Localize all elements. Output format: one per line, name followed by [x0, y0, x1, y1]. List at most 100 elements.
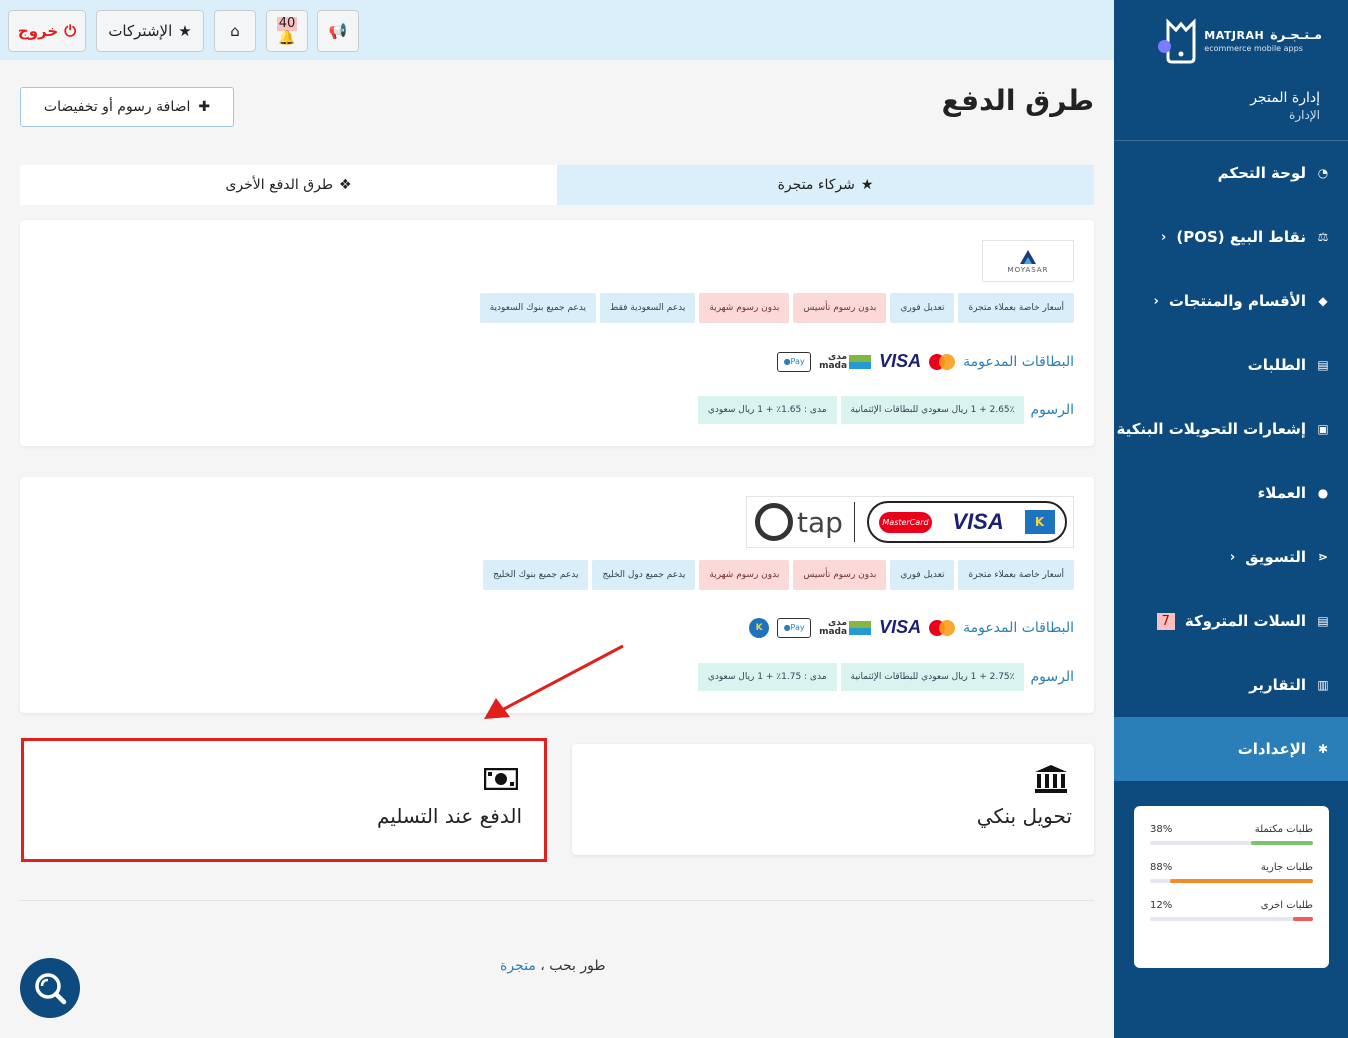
add-fee-button[interactable]: ✚ اضافة رسوم أو تخفيضات — [20, 87, 234, 127]
apple-pay-logo: ● Pay — [777, 617, 812, 638]
knet-icon: K — [1024, 510, 1055, 534]
stat-value: 12% — [1150, 900, 1173, 911]
scale-icon: ⚖ — [1317, 230, 1329, 244]
moyasar-fees: الرسوم 2.65٪ + 1 ريال سعودي للبطاقات الإ… — [697, 396, 1074, 424]
tag: يدعم جميع بنوك السعودية — [479, 293, 597, 323]
sidebar: MATJRAH مـتـجـرة ecommerce mobile apps إد… — [1114, 0, 1348, 1038]
tab-label: شركاء متجرة — [777, 177, 855, 193]
stat-bar — [1150, 879, 1313, 883]
subscriptions-label: الإشتركات — [108, 22, 173, 40]
sidebar-item-label: التقارير — [1249, 676, 1306, 694]
tab-matjrah-partners[interactable]: ★ شركاء متجرة — [557, 165, 1094, 205]
stat-in-progress: طلبات جارية 88% — [1150, 862, 1313, 883]
bank-transfer-card[interactable]: تحويل بنكي — [572, 744, 1094, 855]
sidebar-item-categories[interactable]: ◆ الأقسام والمنتجات ‹ — [1114, 269, 1348, 333]
tag: تعديل فوري — [890, 293, 955, 323]
share-icon: ⋖ — [1317, 550, 1329, 564]
sidebar-item-label: نقاط البيع (POS) — [1176, 228, 1306, 246]
chevron-left-icon: ‹ — [1229, 549, 1236, 565]
power-icon: ⏻ — [64, 22, 77, 40]
moyasar-logo: MOYASAR — [982, 240, 1074, 282]
stat-value: 88% — [1150, 862, 1173, 873]
tap-logo: tap MasterCard VISA K — [746, 496, 1074, 548]
moyasar-mark-icon — [1020, 250, 1036, 264]
chevron-left-icon: ‹ — [1153, 293, 1159, 309]
sidebar-item-customers[interactable]: ● العملاء — [1114, 461, 1348, 525]
apple-pay-text: Pay — [790, 357, 805, 366]
announcements-button[interactable]: 📢 — [317, 10, 359, 52]
brand-logo[interactable]: MATJRAH مـتـجـرة ecommerce mobile apps — [1166, 18, 1322, 64]
footer-text: طور بحب ، — [540, 958, 606, 974]
bar-chart-icon: ▥ — [1317, 678, 1329, 692]
cash-on-delivery-card[interactable]: الدفع عند التسليم — [24, 741, 544, 859]
stat-bar — [1150, 917, 1313, 921]
tab-other-methods[interactable]: ❖ طرق الدفع الأخرى — [20, 165, 557, 205]
sidebar-item-abandoned-carts[interactable]: ▤ السلات المتروكة 7 — [1114, 589, 1348, 653]
fee-badge: مدى : 1.75٪ + 1 ريال سعودي — [697, 663, 837, 691]
sidebar-item-label: لوحة التحكم — [1217, 164, 1306, 182]
search-button[interactable] — [20, 958, 80, 1018]
stat-label: طلبات جارية — [1260, 862, 1313, 873]
tap-logo-text: tap — [797, 505, 843, 539]
logo-divider — [854, 502, 856, 542]
supported-cards-label: البطاقات المدعومة — [963, 353, 1074, 370]
moyasar-card[interactable]: MOYASAR أسعار خاصة بعملاء متجرة تعديل فو… — [20, 220, 1094, 446]
visa-logo: VISA — [879, 617, 922, 637]
tap-brand: tap — [755, 503, 843, 541]
plus-icon: ✚ — [198, 99, 211, 115]
page-title: طرق الدفع — [941, 84, 1094, 117]
bank-icon — [1035, 765, 1067, 793]
store-management-subtitle: الإدارة — [1289, 108, 1320, 122]
home-button[interactable]: ⌂ — [214, 10, 256, 52]
notifications-button[interactable]: 40 🔔 — [266, 10, 308, 52]
payment-tabs: ★ شركاء متجرة ❖ طرق الدفع الأخرى — [20, 165, 1094, 205]
tap-circle-icon — [755, 503, 793, 541]
star-icon: ★ — [178, 22, 192, 40]
mada-logo: مدى mada — [819, 618, 872, 637]
tag: بدون رسوم تأسيس — [793, 560, 887, 590]
sidebar-item-label: السلات المتروكة — [1184, 612, 1306, 630]
sidebar-item-reports[interactable]: ▥ التقارير — [1114, 653, 1348, 717]
mastercard-logo: MasterCard — [879, 511, 932, 533]
knet-icon: K — [749, 617, 770, 638]
sidebar-item-pos[interactable]: ⚖ نقاط البيع (POS) ‹ — [1114, 205, 1348, 269]
abandoned-carts-badge: 7 — [1156, 612, 1175, 630]
footer: طور بحب ، متجرة — [500, 958, 606, 974]
sidebar-item-marketing[interactable]: ⋖ التسويق ‹ — [1114, 525, 1348, 589]
apple-pay-text: Pay — [790, 623, 805, 632]
fee-badge: 2.65٪ + 1 ريال سعودي للبطاقات الإئتمانية — [840, 396, 1025, 424]
tab-label: طرق الدفع الأخرى — [225, 177, 333, 193]
sidebar-item-label: التسويق — [1245, 548, 1306, 566]
top-bar: ⏻ خروج ★ الإشتركات ⌂ 40 🔔 📢 — [0, 0, 1114, 60]
moyasar-supported-cards: البطاقات المدعومة VISA مدى mada ● Pay — [777, 351, 1074, 372]
order-stats-panel: طلبات مكتملة 38% طلبات جارية 88% طلبات اخر… — [1134, 806, 1329, 968]
money-bill-icon — [484, 768, 518, 790]
logout-label: خروج — [17, 22, 59, 40]
user-icon: ● — [1317, 486, 1329, 500]
footer-divider — [20, 900, 1094, 901]
sidebar-item-settings[interactable]: ✱ الإعدادات — [1114, 717, 1348, 781]
stat-completed: طلبات مكتملة 38% — [1150, 824, 1313, 845]
matjrah-logo-icon — [1166, 18, 1196, 64]
mastercard-icon — [929, 353, 956, 370]
visa-logo: VISA — [879, 351, 922, 371]
logout-button[interactable]: ⏻ خروج — [8, 10, 86, 52]
sidebar-item-bank-transfers[interactable]: ▣ إشعارات التحويلات البنكية — [1114, 397, 1348, 461]
subscriptions-button[interactable]: ★ الإشتركات — [96, 10, 204, 52]
sidebar-nav: ◔ لوحة التحكم ⚖ نقاط البيع (POS) ‹ ◆ الأ… — [1114, 141, 1348, 781]
gear-icon: ✱ — [1317, 742, 1329, 756]
sidebar-item-orders[interactable]: ▤ الطلبات — [1114, 333, 1348, 397]
sidebar-item-dashboard[interactable]: ◔ لوحة التحكم — [1114, 141, 1348, 205]
cash-on-delivery-title: الدفع عند التسليم — [376, 804, 522, 828]
star-icon: ★ — [860, 177, 874, 193]
cart-icon: ▤ — [1317, 358, 1329, 372]
tag: بدون رسوم شهرية — [699, 293, 790, 323]
tap-card-brands: MasterCard VISA K — [866, 501, 1067, 543]
footer-link[interactable]: متجرة — [500, 958, 536, 974]
brand-tagline: ecommerce mobile apps — [1204, 44, 1303, 53]
notifications-count: 40 — [276, 16, 298, 31]
fees-label: الرسوم — [1030, 402, 1074, 418]
add-fee-label: اضافة رسوم أو تخفيضات — [43, 99, 191, 115]
apple-icon: ● — [783, 357, 791, 366]
store-management[interactable]: إدارة المتجر الإدارة — [1250, 90, 1320, 122]
